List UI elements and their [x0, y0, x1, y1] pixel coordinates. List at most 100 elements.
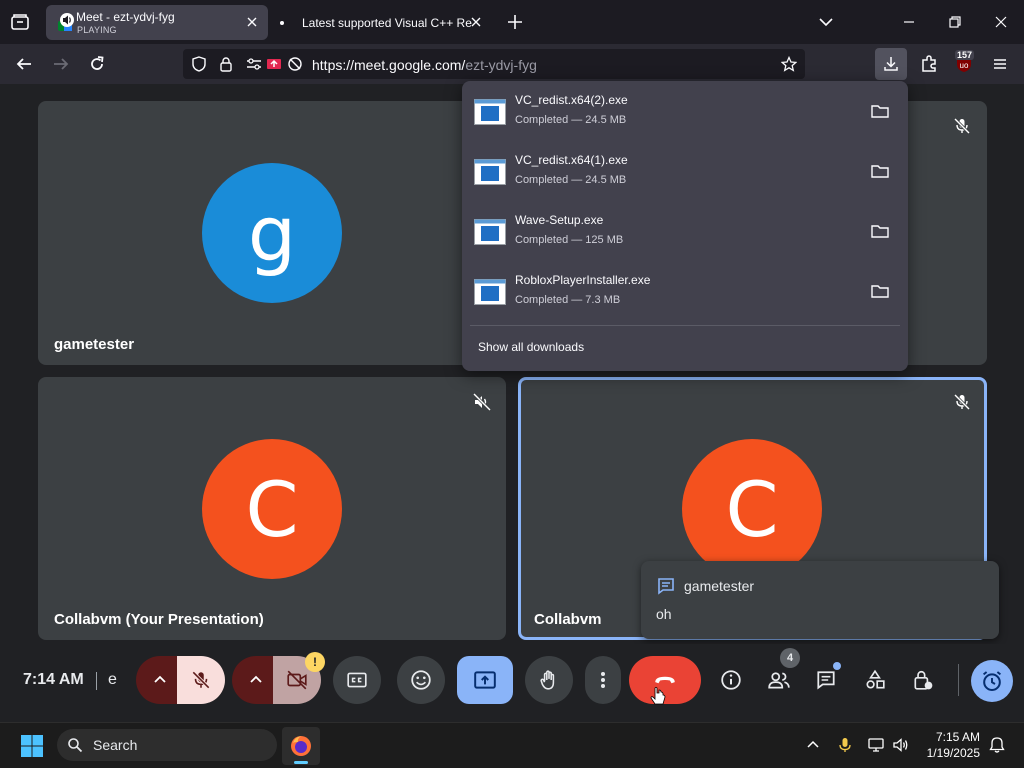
download-filename: VC_redist.x64(2).exe — [515, 93, 628, 107]
host-controls-button[interactable] — [903, 656, 943, 704]
close-tab-icon[interactable] — [244, 14, 260, 30]
taskbar-time[interactable]: 7:15 AM — [918, 730, 980, 744]
chat-message: oh — [656, 606, 672, 622]
show-all-downloads-link[interactable]: Show all downloads — [478, 340, 584, 354]
exe-file-icon — [474, 99, 506, 125]
folder-icon[interactable] — [870, 161, 890, 181]
download-item[interactable]: VC_redist.x64(1).exe Completed — 24.5 MB — [470, 145, 900, 201]
captions-button[interactable] — [333, 656, 381, 704]
reload-icon[interactable] — [87, 54, 107, 74]
downloads-button[interactable] — [875, 48, 907, 80]
tab-playing-label: PLAYING — [77, 25, 117, 35]
volume-icon[interactable] — [892, 736, 910, 754]
folder-icon[interactable] — [870, 281, 890, 301]
participant-tile-your-presentation[interactable]: C Collabvm (Your Presentation) — [38, 377, 506, 640]
speaker-playing-icon — [58, 13, 74, 31]
present-screen-button[interactable] — [457, 656, 513, 704]
tab-list-icon — [11, 14, 29, 30]
lock-person-icon — [914, 671, 933, 690]
extensions-puzzle-icon[interactable] — [919, 54, 939, 74]
tab-title: Meet - ezt-ydvj-fyg — [76, 10, 175, 24]
unread-chat-dot — [833, 662, 841, 670]
camera-blocked-icon[interactable] — [287, 56, 303, 72]
firefox-icon — [291, 736, 311, 756]
new-tab-icon[interactable] — [505, 12, 525, 32]
url-text[interactable]: https://meet.google.com/ezt-ydvj-fyg — [312, 57, 537, 73]
chat-notification[interactable]: gametester oh — [641, 561, 999, 639]
camera-warning-badge: ! — [305, 652, 325, 672]
back-arrow-icon[interactable] — [14, 54, 34, 74]
taskbar-date[interactable]: 1/19/2025 — [918, 746, 980, 760]
microphone-in-use-icon[interactable] — [836, 736, 854, 754]
chat-sender: gametester — [684, 578, 755, 594]
meeting-timer-button[interactable] — [971, 660, 1013, 702]
bookmark-star-icon[interactable] — [781, 56, 797, 72]
download-status: Completed — 125 MB — [515, 234, 624, 246]
shield-icon[interactable] — [191, 56, 207, 72]
participant-name: Collabvm (Your Presentation) — [54, 611, 264, 628]
meet-control-bar: 7:14 AM e ! 4 — [0, 644, 1024, 722]
alarm-clock-icon — [983, 671, 1001, 692]
present-screen-icon — [474, 671, 496, 689]
lock-icon[interactable] — [218, 56, 234, 72]
meeting-details-button[interactable] — [711, 656, 751, 704]
meeting-clock: 7:14 AM — [23, 671, 84, 688]
chat-message-icon — [658, 578, 674, 595]
smiley-icon — [411, 670, 431, 690]
taskbar-search-box[interactable]: Search — [57, 729, 277, 761]
people-icon — [768, 672, 790, 689]
download-status: Completed — 24.5 MB — [515, 174, 627, 186]
download-item[interactable]: Wave-Setup.exe Completed — 125 MB — [470, 205, 900, 261]
chevron-down-icon[interactable] — [816, 12, 836, 32]
svg-text:uo: uo — [960, 61, 969, 70]
download-item[interactable]: RobloxPlayerInstaller.exe Completed — 7.… — [470, 265, 900, 321]
raise-hand-icon — [540, 670, 555, 690]
running-indicator — [294, 761, 308, 764]
avatar: C — [682, 439, 822, 579]
tab-meet[interactable]: Meet - ezt-ydvj-fyg PLAYING — [46, 5, 268, 40]
download-filename: Wave-Setup.exe — [515, 213, 604, 227]
list-all-tabs-button[interactable] — [8, 11, 32, 33]
restore-icon[interactable] — [945, 12, 965, 32]
hamburger-menu-icon[interactable] — [990, 54, 1010, 74]
participant-tile-gametester[interactable]: g gametester — [38, 101, 506, 365]
extension-badge-count: 157 — [955, 50, 975, 60]
minimize-icon[interactable] — [899, 12, 919, 32]
windows-taskbar: Search 7:15 AM 1/19/2025 — [0, 722, 1024, 768]
forward-arrow-icon[interactable] — [51, 54, 71, 74]
activities-button[interactable] — [855, 656, 895, 704]
closed-captions-icon — [347, 672, 367, 688]
chevron-up-icon — [154, 675, 166, 683]
close-tab-icon[interactable] — [468, 14, 484, 30]
windows-start-icon[interactable] — [20, 734, 44, 758]
screen-share-indicator-icon[interactable] — [266, 56, 282, 72]
address-bar[interactable]: https://meet.google.com/ezt-ydvj-fyg — [183, 49, 805, 79]
notification-bell-icon[interactable] — [988, 736, 1006, 754]
folder-icon[interactable] — [870, 101, 890, 121]
avatar: g — [202, 163, 342, 303]
search-placeholder: Search — [93, 737, 138, 753]
mic-toggle-button[interactable] — [177, 656, 225, 704]
audio-muted-icon — [472, 392, 492, 412]
download-filename: VC_redist.x64(1).exe — [515, 153, 628, 167]
emoji-reactions-button[interactable] — [397, 656, 445, 704]
participant-name: Collabvm — [534, 611, 602, 628]
tab-visual-cpp[interactable]: Latest supported Visual C++ Re — [270, 5, 492, 40]
download-filename: RobloxPlayerInstaller.exe — [515, 273, 651, 287]
divider — [96, 672, 97, 690]
navigation-bar: https://meet.google.com/ezt-ydvj-fyg uo … — [0, 44, 1024, 84]
folder-icon[interactable] — [870, 221, 890, 241]
more-options-button[interactable] — [585, 656, 621, 704]
close-window-icon[interactable] — [991, 12, 1011, 32]
exe-file-icon — [474, 279, 506, 305]
network-icon[interactable] — [867, 736, 885, 754]
search-icon — [68, 738, 83, 753]
url-domain: https://meet.google.com/ — [312, 57, 466, 73]
taskbar-firefox-button[interactable] — [282, 727, 320, 765]
download-item[interactable]: VC_redist.x64(2).exe Completed — 24.5 MB — [470, 85, 900, 141]
unread-dot-icon — [280, 21, 284, 25]
divider — [470, 325, 900, 326]
chevron-up-icon[interactable] — [804, 736, 822, 754]
permissions-icon[interactable] — [246, 56, 262, 72]
raise-hand-button[interactable] — [525, 656, 573, 704]
